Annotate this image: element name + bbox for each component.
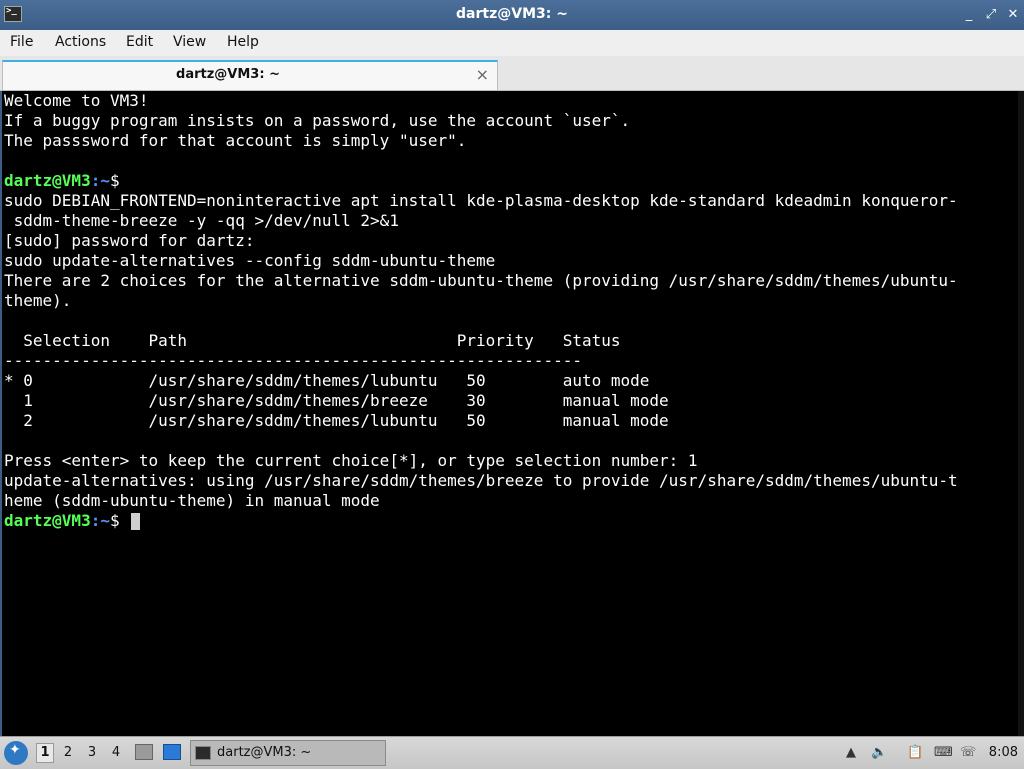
table-row: 1 /usr/share/sddm/themes/breeze 30 manua…	[4, 391, 669, 410]
keyboard-icon[interactable]: ⌨	[934, 745, 953, 761]
prompt-sign: $	[109, 171, 120, 190]
menu-edit[interactable]: Edit	[126, 34, 153, 50]
menu-file[interactable]: File	[10, 34, 33, 50]
terminal-line: theme).	[4, 291, 72, 310]
workspace-4[interactable]: 4	[108, 745, 124, 760]
terminal-line: There are 2 choices for the alternative …	[4, 271, 958, 290]
minimize-button[interactable]: _	[960, 6, 978, 24]
network-icon[interactable]: ▲	[843, 745, 859, 761]
clipboard-icon[interactable]: 📋	[907, 745, 923, 761]
clock[interactable]: 8:08	[989, 745, 1018, 760]
prompt-user: dartz@VM3	[4, 171, 91, 190]
prompt-path: :~	[90, 511, 110, 530]
terminal-line: sudo DEBIAN_FRONTEND=noninteractive apt …	[4, 191, 958, 210]
terminal-task-icon	[195, 746, 211, 760]
menu-help[interactable]: Help	[227, 34, 259, 50]
taskbar: 1 2 3 4 dartz@VM3: ~ ▲ 🔈 📋 ⌨ ☏ 8:08	[0, 736, 1024, 769]
text-cursor	[131, 513, 141, 530]
terminal-line: Press <enter> to keep the current choice…	[4, 451, 698, 470]
prompt-sign: $	[109, 511, 120, 530]
prompt-line: dartz@VM3:~$	[4, 511, 141, 531]
terminal-line: If a buggy program insists on a password…	[4, 111, 631, 130]
terminal-line: The passsword for that account is simply…	[4, 131, 467, 150]
tab-terminal[interactable]: dartz@VM3: ~ ×	[2, 60, 498, 90]
tab-bar: dartz@VM3: ~ ×	[0, 56, 1024, 91]
terminal-line: Welcome to VM3!	[4, 91, 149, 110]
prompt-path: :~	[90, 171, 110, 190]
terminal-line: update-alternatives: using /usr/share/sd…	[4, 471, 958, 490]
maximize-button[interactable]: ⤢	[982, 6, 1000, 24]
volume-icon[interactable]: 🔈	[871, 745, 887, 761]
table-row: * 0 /usr/share/sddm/themes/lubuntu 50 au…	[4, 371, 650, 390]
file-manager-icon[interactable]	[135, 744, 153, 760]
prompt-user: dartz@VM3	[4, 511, 91, 530]
workspace-2[interactable]: 2	[60, 745, 76, 760]
menu-view[interactable]: View	[173, 34, 206, 50]
terminal-output[interactable]: Welcome to VM3! If a buggy program insis…	[0, 91, 1024, 736]
terminal-line: sddm-theme-breeze -y -qq >/dev/null 2>&1	[4, 211, 399, 230]
tab-label: dartz@VM3: ~	[176, 67, 280, 82]
menu-bar: File Actions Edit View Help	[0, 30, 1024, 56]
start-menu-icon[interactable]	[4, 741, 28, 765]
table-row: 2 /usr/share/sddm/themes/lubuntu 50 manu…	[4, 411, 669, 430]
terminal-scrollbar[interactable]	[1018, 91, 1024, 736]
workspace-3[interactable]: 3	[84, 745, 100, 760]
workspace-1[interactable]: 1	[36, 743, 54, 763]
taskbar-task-terminal[interactable]: dartz@VM3: ~	[190, 740, 386, 766]
show-desktop-icon[interactable]	[163, 744, 181, 760]
window-titlebar[interactable]: dartz@VM3: ~ _ ⤢ ✕	[0, 0, 1024, 30]
notification-icon[interactable]: ☏	[960, 745, 976, 761]
close-window-button[interactable]: ✕	[1004, 6, 1022, 24]
table-header-line: Selection Path Priority Status	[4, 331, 621, 350]
table-divider-line: ----------------------------------------…	[4, 351, 582, 370]
terminal-line: sudo update-alternatives --config sddm-u…	[4, 251, 496, 270]
window-title: dartz@VM3: ~	[456, 6, 568, 22]
terminal-line: [sudo] password for dartz:	[4, 231, 255, 250]
menu-actions[interactable]: Actions	[55, 34, 106, 50]
terminal-line: heme (sddm-ubuntu-theme) in manual mode	[4, 491, 380, 510]
prompt-line: dartz@VM3:~$	[4, 171, 120, 191]
close-tab-icon[interactable]: ×	[476, 65, 489, 84]
task-label: dartz@VM3: ~	[217, 745, 312, 760]
